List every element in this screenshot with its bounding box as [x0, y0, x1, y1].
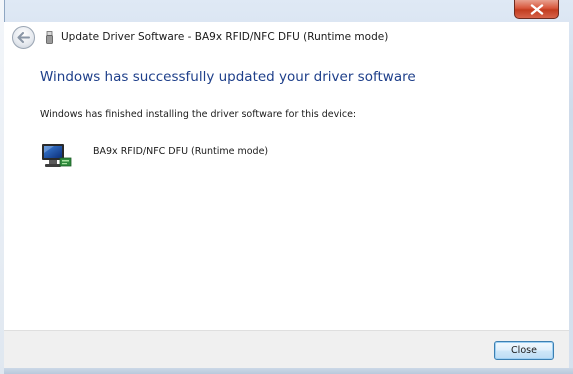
close-button[interactable]: Close	[494, 341, 554, 360]
usb-device-icon	[46, 31, 53, 44]
window-bottom-edge	[4, 368, 573, 374]
back-arrow-icon	[17, 32, 30, 43]
window-close-button[interactable]	[514, 0, 559, 19]
device-name: BA9x RFID/NFC DFU (Runtime mode)	[93, 146, 269, 157]
dialog-content: Windows has successfully updated your dr…	[4, 54, 569, 330]
dialog-footer: Close	[4, 330, 569, 368]
window-title: Update Driver Software - BA9x RFID/NFC D…	[61, 31, 389, 43]
success-heading: Windows has successfully updated your dr…	[40, 69, 416, 85]
close-x-icon	[530, 3, 543, 15]
description-text: Windows has finished installing the driv…	[40, 109, 357, 120]
dialog-header: Update Driver Software - BA9x RFID/NFC D…	[4, 22, 569, 54]
back-button[interactable]	[12, 26, 35, 49]
computer-monitor-icon	[42, 144, 72, 167]
